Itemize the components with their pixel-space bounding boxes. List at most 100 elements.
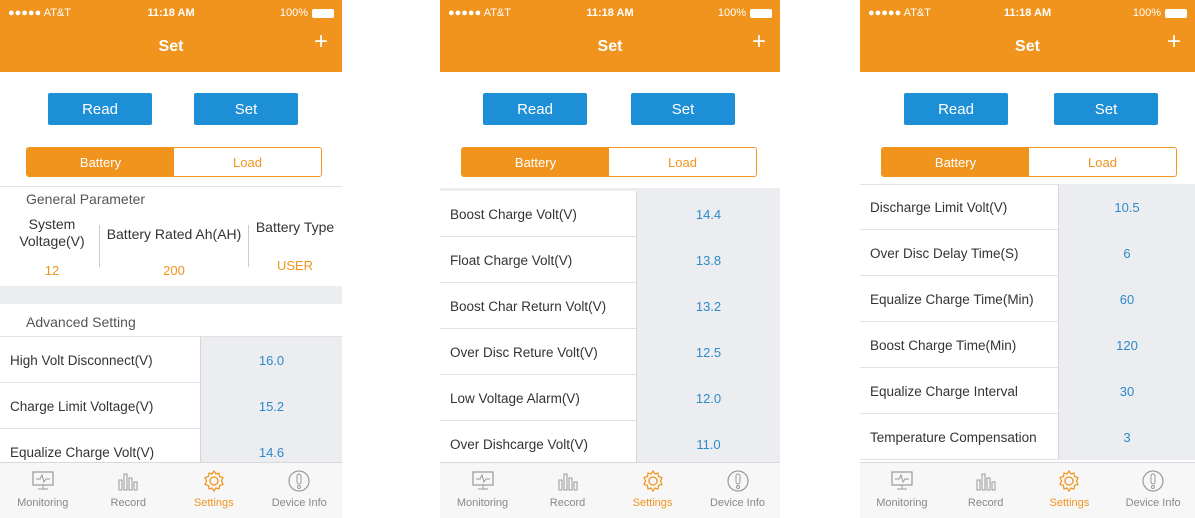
- advanced-setting-title: Advanced Setting: [26, 314, 136, 330]
- setting-value[interactable]: 3: [1058, 414, 1195, 460]
- status-bar: ●●●●● AT&T 11:18 AM 100%: [860, 6, 1195, 22]
- setting-value[interactable]: 11.0: [636, 421, 780, 467]
- tab-device-info[interactable]: Device Info: [1111, 463, 1195, 518]
- tab-load[interactable]: Load: [609, 148, 756, 176]
- setting-value[interactable]: 16.0: [200, 337, 342, 383]
- set-button[interactable]: Set: [194, 93, 298, 125]
- rated-ah-value[interactable]: 200: [100, 263, 248, 278]
- setting-row: Float Charge Volt(V) 13.8: [440, 237, 780, 283]
- battery-icon: [1165, 8, 1187, 18]
- general-parameter-title: General Parameter: [26, 191, 146, 207]
- setting-row: Over Disc Reture Volt(V) 12.5: [440, 329, 780, 375]
- tab-settings[interactable]: Settings: [610, 463, 695, 518]
- setting-value[interactable]: 14.4: [636, 191, 780, 237]
- setting-value[interactable]: 120: [1058, 322, 1195, 368]
- setting-row: Boost Char Return Volt(V) 13.2: [440, 283, 780, 329]
- setting-row: Temperature Compensation 3: [860, 414, 1195, 460]
- info-icon: [287, 469, 311, 493]
- setting-label: Boost Charge Time(Min): [870, 337, 1017, 353]
- gear-icon: [202, 469, 226, 493]
- setting-row: Boost Charge Volt(V) 14.4: [440, 191, 780, 237]
- tab-record[interactable]: Record: [86, 463, 172, 518]
- setting-value[interactable]: 30: [1058, 368, 1195, 414]
- bar-chart-icon: [116, 469, 140, 493]
- battery-icon: [312, 8, 334, 18]
- rated-ah-label: Battery Rated Ah(AH): [106, 226, 242, 242]
- tab-load[interactable]: Load: [1029, 148, 1176, 176]
- tab-battery[interactable]: Battery: [882, 148, 1029, 176]
- setting-value[interactable]: 13.2: [636, 283, 780, 329]
- tab-device-info[interactable]: Device Info: [695, 463, 780, 518]
- battery-load-segment: Battery Load: [461, 147, 757, 177]
- tab-record[interactable]: Record: [525, 463, 610, 518]
- battery-percent: 100%: [717, 7, 746, 19]
- setting-label: Over Dishcarge Volt(V): [450, 436, 589, 452]
- phone-screen-3: ●●●●● AT&T 11:18 AM 100% Set + Read Set …: [860, 0, 1195, 518]
- tab-settings[interactable]: Settings: [171, 463, 257, 518]
- battery-load-segment: Battery Load: [881, 147, 1177, 177]
- setting-label: Float Charge Volt(V): [450, 252, 573, 268]
- setting-label: Boost Char Return Volt(V): [450, 298, 607, 314]
- add-button[interactable]: +: [752, 30, 766, 54]
- section-spacer: [0, 286, 342, 304]
- add-button[interactable]: +: [1167, 30, 1181, 54]
- phone-screen-1: ●●●●● AT&T 11:18 AM 100% Set + Read Set …: [0, 0, 342, 518]
- battery-percent: 100%: [1132, 7, 1161, 19]
- system-voltage-value[interactable]: 12: [8, 263, 96, 278]
- divider: [0, 186, 342, 187]
- tab-monitoring[interactable]: Monitoring: [860, 463, 944, 518]
- setting-label: High Volt Disconnect(V): [10, 352, 153, 368]
- tab-monitoring[interactable]: Monitoring: [440, 463, 525, 518]
- nav-header: ●●●●● AT&T 11:18 AM 100% Set +: [860, 0, 1195, 72]
- setting-row: Over Dishcarge Volt(V) 11.0: [440, 421, 780, 467]
- tab-battery[interactable]: Battery: [462, 148, 609, 176]
- setting-label: Temperature Compensation: [870, 429, 1037, 445]
- setting-value[interactable]: 15.2: [200, 383, 342, 429]
- tab-bar: Monitoring Record Settings Device Info: [440, 462, 780, 518]
- bar-chart-icon: [556, 469, 580, 493]
- monitor-icon: [471, 469, 495, 493]
- setting-row: High Volt Disconnect(V) 16.0: [0, 337, 342, 383]
- battery-icon: [750, 8, 772, 18]
- setting-label: Boost Charge Volt(V): [450, 206, 577, 222]
- phone-screen-2: ●●●●● AT&T 11:18 AM 100% Set + Read Set …: [440, 0, 780, 518]
- tab-monitoring[interactable]: Monitoring: [0, 463, 86, 518]
- setting-row: Over Disc Delay Time(S) 6: [860, 230, 1195, 276]
- setting-label: Discharge Limit Volt(V): [870, 199, 1008, 215]
- page-title: Set: [158, 38, 184, 55]
- tab-load[interactable]: Load: [174, 148, 321, 176]
- setting-label: Over Disc Delay Time(S): [870, 245, 1019, 261]
- system-voltage-label: System Voltage(V): [19, 216, 85, 249]
- gear-icon: [1057, 469, 1081, 493]
- battery-type-value[interactable]: USER: [250, 258, 340, 273]
- info-icon: [726, 469, 750, 493]
- page-title: Set: [597, 38, 623, 55]
- read-button[interactable]: Read: [904, 93, 1008, 125]
- setting-row: Charge Limit Voltage(V) 15.2: [0, 383, 342, 429]
- bar-chart-icon: [974, 469, 998, 493]
- setting-value[interactable]: 12.5: [636, 329, 780, 375]
- setting-label: Equalize Charge Time(Min): [870, 291, 1034, 307]
- set-button[interactable]: Set: [1054, 93, 1158, 125]
- tab-device-info[interactable]: Device Info: [257, 463, 343, 518]
- set-button[interactable]: Set: [631, 93, 735, 125]
- monitor-icon: [890, 469, 914, 493]
- setting-row: Low Voltage Alarm(V) 12.0: [440, 375, 780, 421]
- tab-battery[interactable]: Battery: [27, 148, 174, 176]
- setting-value[interactable]: 12.0: [636, 375, 780, 421]
- read-button[interactable]: Read: [48, 93, 152, 125]
- setting-value[interactable]: 60: [1058, 276, 1195, 322]
- setting-value[interactable]: 13.8: [636, 237, 780, 283]
- battery-load-segment: Battery Load: [26, 147, 322, 177]
- tab-record[interactable]: Record: [944, 463, 1028, 518]
- setting-row: Boost Charge Time(Min) 120: [860, 322, 1195, 368]
- tab-settings[interactable]: Settings: [1028, 463, 1112, 518]
- setting-value[interactable]: 6: [1058, 230, 1195, 276]
- add-button[interactable]: +: [314, 30, 328, 54]
- setting-value[interactable]: 10.5: [1058, 184, 1195, 230]
- setting-row: Equalize Charge Time(Min) 60: [860, 276, 1195, 322]
- setting-label: Charge Limit Voltage(V): [10, 398, 154, 414]
- read-button[interactable]: Read: [483, 93, 587, 125]
- nav-header: ●●●●● AT&T 11:18 AM 100% Set +: [0, 0, 342, 72]
- setting-row: Equalize Charge Interval 30: [860, 368, 1195, 414]
